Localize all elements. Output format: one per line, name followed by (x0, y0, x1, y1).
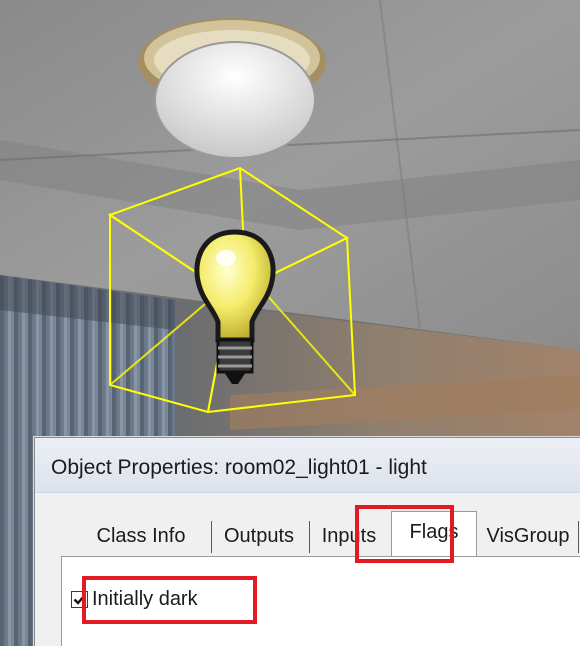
initially-dark-checkbox[interactable] (71, 590, 88, 608)
dialog-title: Object Properties: room02_light01 - ligh… (51, 456, 427, 479)
tab-separator (211, 521, 212, 553)
flag-initially-dark[interactable]: Initially dark (71, 584, 198, 614)
tab-inputs[interactable]: Inputs (315, 519, 383, 553)
checkmark-icon (73, 594, 86, 605)
tab-class-info[interactable]: Class Info (75, 519, 207, 553)
object-properties-dialog: Object Properties: room02_light01 - ligh… (34, 437, 580, 646)
tab-visgroup[interactable]: VisGroup (481, 519, 575, 553)
initially-dark-label: Initially dark (92, 587, 198, 610)
tab-strip: Class Info Outputs Inputs Flags VisGroup (65, 511, 580, 557)
tab-outputs[interactable]: Outputs (217, 519, 301, 553)
dialog-titlebar[interactable]: Object Properties: room02_light01 - ligh… (35, 438, 580, 493)
tab-separator (578, 521, 579, 553)
tab-separator (309, 521, 310, 553)
screenshot: Object Properties: room02_light01 - ligh… (0, 0, 580, 646)
tab-flags[interactable]: Flags (391, 511, 477, 556)
